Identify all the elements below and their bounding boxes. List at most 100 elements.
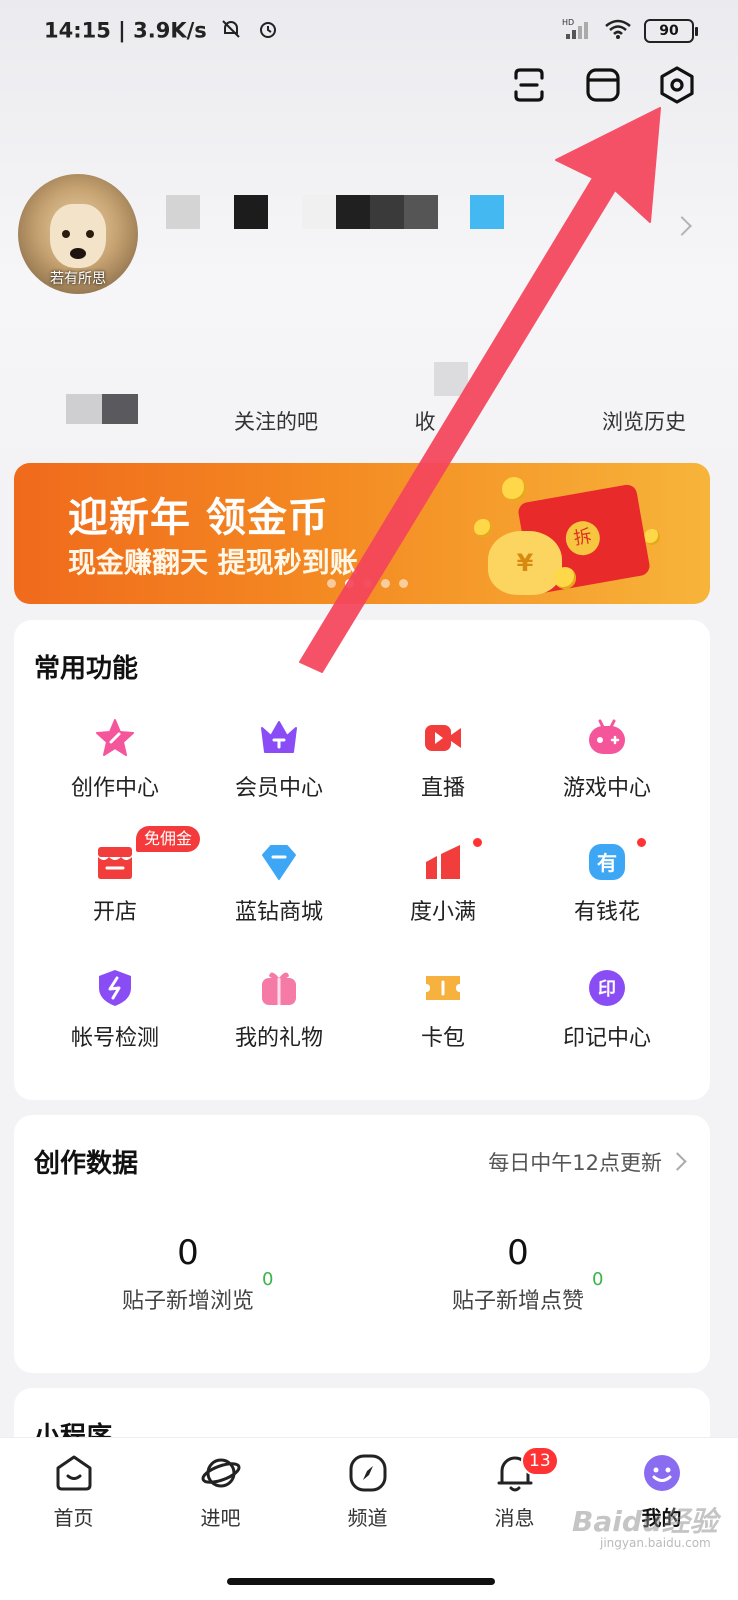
- smiley-icon: [644, 1455, 680, 1491]
- function-label: 蓝钻商城: [234, 900, 323, 925]
- coin-icon: [644, 529, 660, 545]
- scan-button[interactable]: [508, 64, 550, 106]
- function-imprint-center[interactable]: 印 印记中心: [520, 960, 694, 1070]
- status-icons: HD 90: [562, 18, 698, 44]
- metric-value: 0: [177, 1233, 199, 1273]
- mute-bell-icon: [220, 18, 242, 45]
- diamond-icon: [262, 845, 296, 880]
- status-time: 14:15 | 3.9K/s: [44, 18, 279, 45]
- notification-dot: [635, 836, 648, 849]
- battery-indicator: 90: [644, 19, 698, 43]
- function-account-check[interactable]: 帐号检测: [28, 960, 202, 1070]
- shop-icon: [98, 847, 132, 879]
- settings-button[interactable]: [656, 64, 698, 106]
- coin-icon: [474, 519, 492, 537]
- carousel-dots: [327, 579, 408, 588]
- signal-icon: HD: [562, 18, 592, 44]
- function-blue-diamond-mall[interactable]: 蓝钻商城: [192, 834, 366, 944]
- status-bar: 14:15 | 3.9K/s HD 90: [0, 0, 738, 66]
- function-label: 有钱花: [573, 900, 640, 925]
- avatar[interactable]: 若有所思: [18, 174, 138, 294]
- avatar-nose: [70, 248, 86, 259]
- stats-row: 关注的吧 收 浏览历史: [0, 362, 738, 436]
- function-label: 帐号检测: [70, 1026, 159, 1051]
- function-label: 印记中心: [562, 1026, 651, 1051]
- common-functions-card: 常用功能 创作中心 会员中心 直播 游戏中心 免佣金 开店 蓝钻商城 度小满 有…: [14, 620, 710, 1100]
- function-live[interactable]: 直播: [356, 710, 530, 820]
- watermark-url: jingyan.baidu.com: [600, 1536, 711, 1550]
- nav-label: 进吧: [200, 1506, 241, 1530]
- planet-icon: [201, 1458, 241, 1488]
- message-count-badge: 13: [521, 1446, 559, 1476]
- function-label: 我的礼物: [234, 1026, 323, 1051]
- wardrobe-icon: [586, 68, 620, 102]
- home-icon: [56, 1455, 92, 1491]
- video-camera-icon: [425, 725, 461, 751]
- alarm-icon: [257, 18, 279, 45]
- avatar-eye-left: [62, 230, 70, 238]
- home-indicator: [227, 1578, 495, 1585]
- stat-label: 收: [414, 410, 436, 434]
- promo-banner[interactable]: 迎新年 领金币 现金赚翻天 提现秒到账 拆 ¥: [14, 463, 710, 604]
- avatar-caption: 若有所思: [50, 271, 106, 287]
- nav-label: 消息: [494, 1506, 535, 1530]
- function-label: 创作中心: [70, 776, 159, 801]
- function-label: 开店: [92, 900, 137, 925]
- shield-icon: [99, 970, 131, 1006]
- function-duxiaoman[interactable]: 度小满: [356, 834, 530, 944]
- commission-free-tag: 免佣金: [136, 826, 201, 852]
- wifi-icon: [604, 18, 632, 44]
- metric-value: 0: [507, 1233, 529, 1273]
- function-youqianhua[interactable]: 有 有钱花: [520, 834, 694, 944]
- baidu-watermark: Baidu经验: [572, 1505, 718, 1538]
- crown-icon: [261, 721, 297, 753]
- metric-label: 贴子新增点赞: [451, 1289, 584, 1314]
- money-bag-icon: ¥: [488, 531, 562, 595]
- yin-char-icon: 印: [589, 970, 625, 1006]
- card-title: 创作数据: [34, 1149, 139, 1179]
- creation-data-card: 创作数据 每日中午12点更新 0 0 贴子新增浏览 0 0 贴子新增点赞: [14, 1115, 710, 1373]
- nav-messages[interactable]: 13 消息: [441, 1438, 588, 1548]
- banner-title: 迎新年 领金币: [68, 495, 329, 541]
- gift-icon: [262, 972, 296, 1005]
- username-redacted[interactable]: [166, 195, 506, 229]
- chart-bars-icon: [426, 845, 460, 879]
- svg-text:HD: HD: [562, 18, 574, 27]
- function-label: 度小满: [409, 900, 476, 925]
- update-note[interactable]: 每日中午12点更新: [488, 1147, 662, 1177]
- card-title: 常用功能: [34, 654, 139, 684]
- svg-text:印: 印: [598, 979, 616, 1000]
- nav-label: 频道: [347, 1506, 388, 1530]
- function-label: 直播: [420, 776, 465, 801]
- avatar-eye-right: [86, 230, 94, 238]
- banner-subtitle: 现金赚翻天 提现秒到账: [68, 546, 358, 579]
- function-my-gifts[interactable]: 我的礼物: [192, 960, 366, 1070]
- function-card-wallet[interactable]: 卡包: [356, 960, 530, 1070]
- metric-likes[interactable]: 0 0 贴子新增点赞: [344, 1233, 692, 1314]
- nav-channel[interactable]: 频道: [294, 1438, 441, 1548]
- function-open-shop[interactable]: 免佣金 开店: [28, 826, 202, 944]
- function-creation-center[interactable]: 创作中心: [28, 710, 202, 820]
- nav-home[interactable]: 首页: [0, 1438, 147, 1548]
- settings-icon: [660, 66, 694, 104]
- ticket-icon: [426, 976, 460, 1000]
- coin-icon: [554, 567, 576, 589]
- svg-text:有: 有: [597, 851, 617, 875]
- star-pen-icon: [96, 719, 134, 756]
- metric-label: 贴子新增浏览: [121, 1289, 254, 1314]
- notification-dot: [471, 836, 484, 849]
- function-game-center[interactable]: 游戏中心: [520, 710, 694, 820]
- stat-label: 浏览历史: [602, 410, 686, 434]
- scan-icon: [514, 68, 544, 102]
- header-actions: [508, 64, 698, 106]
- chevron-right-icon[interactable]: [668, 1152, 687, 1171]
- coin-icon: [502, 477, 526, 501]
- gamepad-icon: [589, 719, 625, 754]
- function-label: 卡包: [420, 1026, 465, 1051]
- nav-label: 首页: [53, 1506, 94, 1530]
- nav-bars[interactable]: 进吧: [147, 1438, 294, 1548]
- function-vip-center[interactable]: 会员中心: [192, 710, 366, 820]
- wardrobe-button[interactable]: [582, 64, 624, 106]
- function-label: 会员中心: [234, 776, 323, 801]
- metric-views[interactable]: 0 0 贴子新增浏览: [14, 1233, 362, 1314]
